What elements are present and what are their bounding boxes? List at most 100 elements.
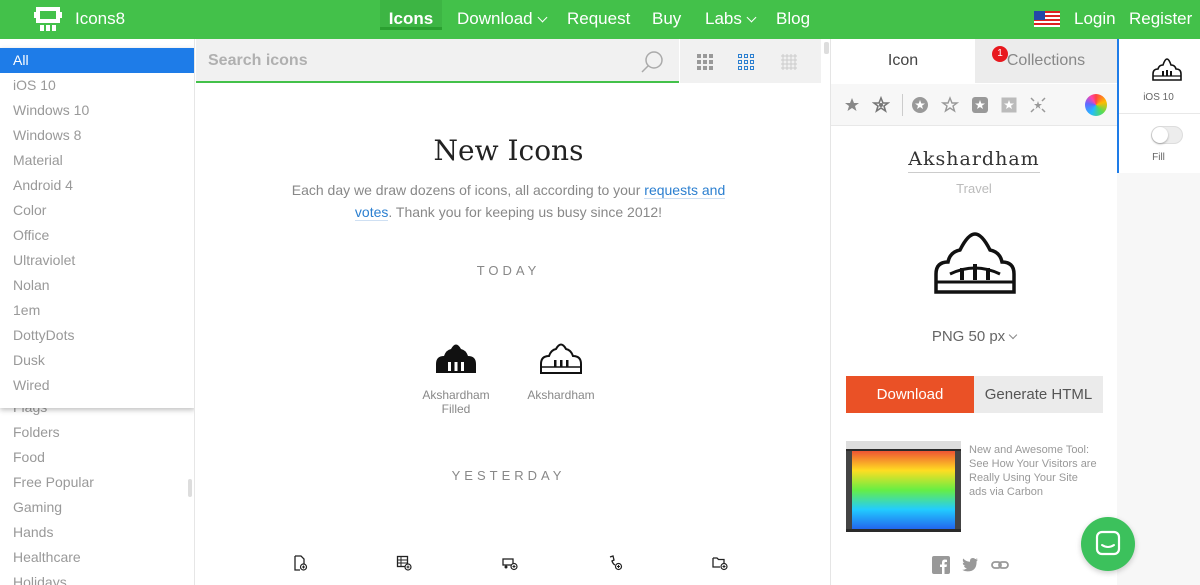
platform-item[interactable]: Ultraviolet (0, 248, 194, 273)
akshardham-icon (540, 343, 582, 374)
platform-item[interactable]: Color (0, 198, 194, 223)
platform-item[interactable]: Wired (0, 373, 194, 398)
chevron-down-icon (537, 12, 548, 23)
category-item[interactable]: Gaming (0, 495, 186, 520)
platform-dropdown: All iOS 10 Windows 10 Windows 8 Material… (0, 48, 194, 408)
star-filled-icon[interactable] (872, 96, 890, 114)
category-item[interactable]: Holidays (0, 570, 186, 585)
search-bar (196, 39, 679, 83)
heatmap-thumbnail (846, 441, 961, 529)
star-square-icon[interactable] (971, 96, 989, 114)
icon-card-label: Akshardham Filled (422, 388, 490, 416)
style-separator (902, 94, 903, 116)
ad-text[interactable]: New and Awesome Tool: See How Your Visit… (969, 443, 1099, 499)
login-link[interactable]: Login (1074, 9, 1116, 29)
category-item[interactable]: Hands (0, 520, 186, 545)
chevron-down-icon (746, 12, 757, 23)
png-size-value: PNG 50 px (931, 328, 1006, 345)
star-circle-icon[interactable] (911, 96, 929, 114)
grid-small-icon[interactable] (780, 53, 798, 71)
ad-headline: New and Awesome Tool: See How Your Visit… (969, 444, 1097, 484)
nav-labs[interactable]: Labs (705, 9, 757, 29)
grid-medium-icon[interactable] (737, 53, 755, 71)
platform-item[interactable]: DottyDots (0, 323, 194, 348)
category-item[interactable]: Healthcare (0, 545, 186, 570)
color-picker-icon[interactable] (1085, 94, 1107, 116)
fill-label: Fill (1152, 152, 1165, 163)
document-add-icon[interactable] (292, 555, 308, 571)
category-list: Flags Folders Food Free Popular Gaming H… (0, 395, 186, 585)
us-flag-icon[interactable] (1034, 11, 1060, 27)
ad-image[interactable] (846, 441, 961, 532)
akshardham-preview-icon (934, 232, 1016, 294)
page-description: Each day we draw dozens of icons, all ac… (276, 179, 741, 223)
phone-add-icon[interactable] (607, 555, 623, 571)
tab-icon[interactable]: Icon (831, 39, 975, 83)
brand-name[interactable]: Icons8 (75, 9, 125, 29)
platform-item[interactable]: 1em (0, 298, 194, 323)
fill-toggle-knob[interactable] (1152, 127, 1168, 143)
description-text: Each day we draw dozens of icons, all ac… (291, 182, 645, 198)
chevron-down-icon (1008, 330, 1018, 340)
style-toolbar (831, 84, 1117, 126)
platform-item[interactable]: Nolan (0, 273, 194, 298)
ad-via-carbon[interactable]: ads via Carbon (969, 485, 1099, 499)
platform-label: iOS 10 (1143, 92, 1174, 103)
facebook-icon[interactable] (932, 556, 950, 574)
nav-blog[interactable]: Blog (776, 9, 810, 29)
nav-download-label: Download (457, 9, 533, 28)
platform-item[interactable]: Android 4 (0, 173, 194, 198)
generate-html-button[interactable]: Generate HTML (974, 376, 1103, 413)
twitter-icon[interactable] (961, 556, 979, 574)
view-toggles (680, 39, 821, 83)
nav-labs-label: Labs (705, 9, 742, 28)
nav-icons[interactable]: Icons (380, 0, 442, 30)
star-square-outline-icon[interactable] (1000, 96, 1018, 114)
category-item[interactable]: Folders (0, 420, 186, 445)
platform-item-all[interactable]: All (0, 48, 194, 73)
akshardham-filled-icon (436, 344, 476, 373)
icons8-logo-icon[interactable] (34, 6, 62, 32)
nav-buy[interactable]: Buy (652, 9, 681, 29)
selected-icon-category[interactable]: Travel (831, 181, 1117, 196)
search-icon[interactable] (640, 50, 664, 74)
register-link[interactable]: Register (1129, 9, 1192, 29)
main-scrollbar[interactable] (824, 42, 829, 54)
platform-item[interactable]: iOS 10 (0, 73, 194, 98)
spreadsheet-add-icon[interactable] (396, 555, 412, 571)
akshardham-platform-icon[interactable] (1151, 58, 1183, 82)
platform-item[interactable]: Dusk (0, 348, 194, 373)
category-item[interactable]: Food (0, 445, 186, 470)
platform-item[interactable]: Windows 8 (0, 123, 194, 148)
icon-card-akshardham[interactable]: Akshardham (520, 340, 602, 402)
nav-request[interactable]: Request (567, 9, 630, 29)
truck-add-icon[interactable] (502, 555, 518, 571)
link-icon[interactable] (991, 556, 1009, 574)
chat-button[interactable] (1081, 517, 1135, 571)
icon-card-akshardham-filled[interactable]: Akshardham Filled (415, 340, 497, 416)
star-outline-icon[interactable] (941, 96, 959, 114)
star-sparkle-icon[interactable] (1029, 96, 1047, 114)
sidebar-scrollbar[interactable] (188, 479, 192, 497)
platform-item[interactable]: Windows 10 (0, 98, 194, 123)
search-input[interactable] (208, 49, 608, 73)
folder-add-icon[interactable] (712, 555, 728, 571)
page-title: New Icons (433, 134, 584, 167)
selected-icon-name: Akshardham (831, 148, 1117, 173)
sidebar: Flags Folders Food Free Popular Gaming H… (0, 39, 195, 585)
png-size-select[interactable]: PNG 50 px (831, 328, 1117, 345)
description-text: . Thank you for keeping us busy since 20… (388, 204, 663, 220)
selected-icon-name-text: Akshardham (908, 148, 1040, 173)
category-item[interactable]: Free Popular (0, 470, 186, 495)
platform-item[interactable]: Material (0, 148, 194, 173)
download-button[interactable]: Download (846, 376, 974, 413)
platform-item[interactable]: Office (0, 223, 194, 248)
nav-download[interactable]: Download (457, 9, 548, 29)
star-badge-icon[interactable] (843, 96, 861, 114)
collections-count-badge: 1 (992, 46, 1008, 62)
chat-icon (1095, 530, 1121, 556)
section-yesterday: YESTERDAY (451, 468, 566, 483)
platform-separator (1119, 113, 1200, 114)
grid-large-icon[interactable] (696, 53, 714, 71)
section-today: TODAY (476, 263, 541, 278)
